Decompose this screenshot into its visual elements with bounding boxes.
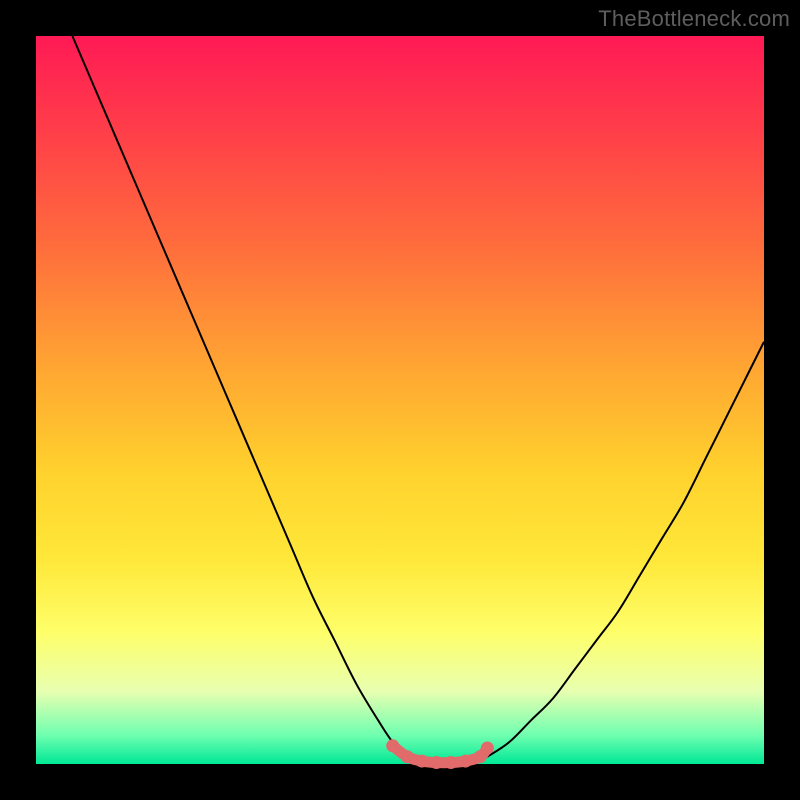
chart-svg bbox=[36, 36, 764, 764]
curve-right-branch bbox=[487, 342, 764, 757]
highlight-dot bbox=[415, 755, 428, 768]
curve-right-path bbox=[487, 342, 764, 757]
highlight-dot bbox=[386, 739, 399, 752]
chart-frame: TheBottleneck.com bbox=[0, 0, 800, 800]
watermark-text: TheBottleneck.com bbox=[598, 6, 790, 32]
highlight-dot bbox=[444, 756, 457, 769]
curve-left-path bbox=[72, 36, 407, 757]
highlight-dot bbox=[401, 750, 414, 763]
plot-area bbox=[36, 36, 764, 764]
curve-left-branch bbox=[72, 36, 407, 757]
highlight-dot bbox=[430, 756, 443, 769]
highlight-dot bbox=[481, 741, 494, 754]
highlight-dot bbox=[459, 755, 472, 768]
highlight-markers bbox=[386, 739, 494, 769]
